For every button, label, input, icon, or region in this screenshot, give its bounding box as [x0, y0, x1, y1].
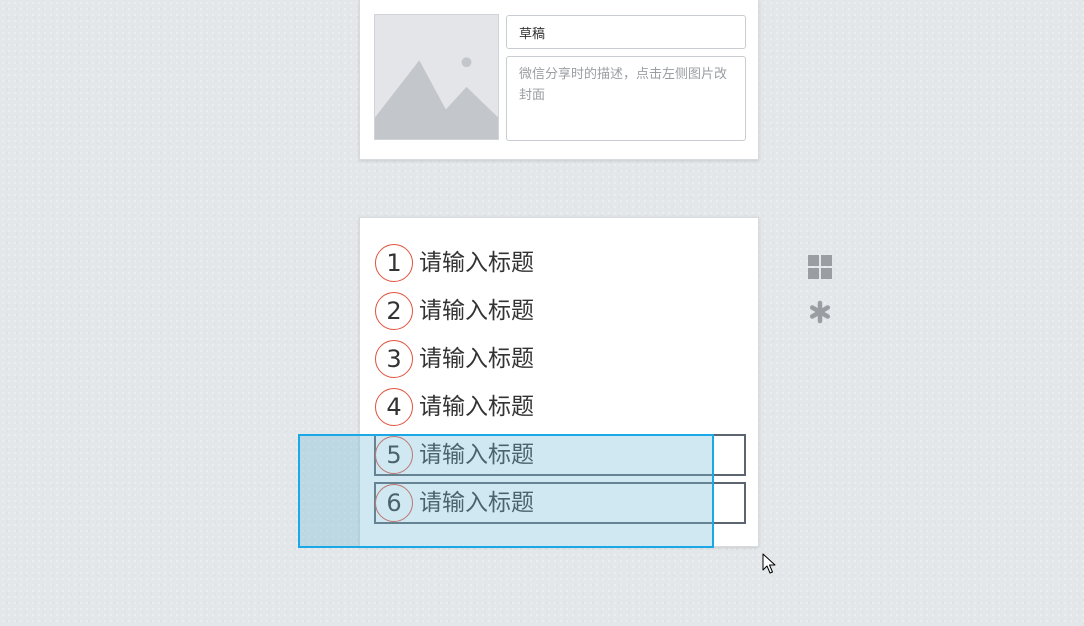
share-title-input[interactable]	[506, 15, 746, 49]
item-title-label[interactable]: 请输入标题	[419, 292, 534, 330]
cover-image-placeholder[interactable]	[374, 14, 499, 140]
item-number-badge: 5	[375, 436, 413, 474]
mouse-pointer-icon	[762, 553, 776, 574]
item-number-badge: 3	[375, 340, 413, 378]
grid-icon[interactable]	[807, 253, 833, 279]
menu-item-5[interactable]: 5 请输入标题	[374, 434, 746, 476]
image-placeholder-icon	[375, 15, 498, 139]
item-title-label[interactable]: 请输入标题	[419, 388, 534, 426]
menu-item-2[interactable]: 2 请输入标题	[374, 290, 746, 332]
item-number-badge: 1	[375, 244, 413, 282]
asterisk-icon[interactable]	[807, 299, 833, 325]
menu-item-3[interactable]: 3 请输入标题	[374, 338, 746, 380]
share-description-input[interactable]	[506, 56, 746, 141]
menu-item-4[interactable]: 4 请输入标题	[374, 386, 746, 428]
menu-item-1[interactable]: 1 请输入标题	[374, 242, 746, 284]
item-title-label[interactable]: 请输入标题	[419, 244, 534, 282]
item-number-badge: 4	[375, 388, 413, 426]
menu-item-6[interactable]: 6 请输入标题	[374, 482, 746, 524]
item-number-badge: 6	[375, 484, 413, 522]
item-title-label[interactable]: 请输入标题	[419, 484, 534, 522]
item-title-label[interactable]: 请输入标题	[419, 436, 534, 474]
item-title-label[interactable]: 请输入标题	[419, 340, 534, 378]
menu-list-card: 1 请输入标题 2 请输入标题 3 请输入标题 4 请输入标题 5 请输入标题 …	[359, 217, 759, 547]
item-number-badge: 2	[375, 292, 413, 330]
share-card	[359, 0, 759, 160]
